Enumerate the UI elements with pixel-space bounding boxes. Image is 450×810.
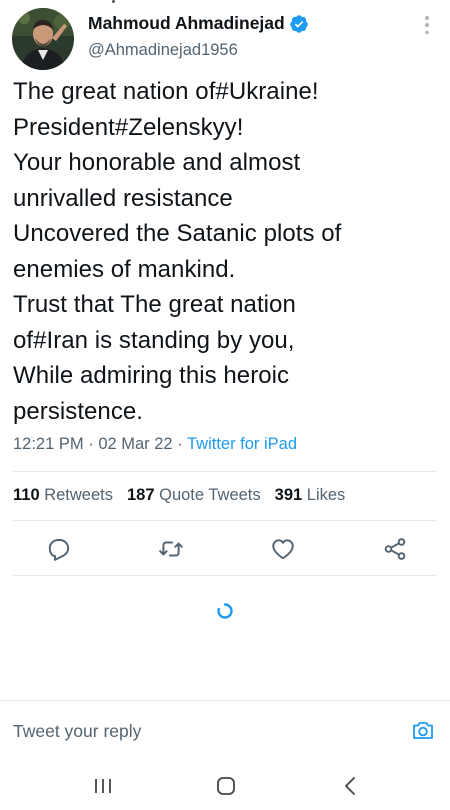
divider xyxy=(13,471,437,472)
tweet-line: Uncovered the Satanic plots of xyxy=(13,220,342,247)
tweet-line: Trust that The great nation xyxy=(13,291,296,318)
recents-icon[interactable] xyxy=(92,776,114,796)
tweet-line: President#Zelenskyy! xyxy=(13,113,244,141)
home-icon[interactable] xyxy=(215,776,237,796)
divider xyxy=(13,520,437,521)
tweet-text: The great nation of#Ukraine! President#Z… xyxy=(13,74,440,429)
tweet-line: unrivalled resistance xyxy=(13,184,233,212)
retweets-stat[interactable]: 110 Retweets xyxy=(13,486,113,505)
camera-icon[interactable] xyxy=(411,718,435,742)
likes-stat[interactable]: 391 Likes xyxy=(275,486,346,505)
like-icon[interactable] xyxy=(270,536,296,562)
tweet-actions xyxy=(0,536,450,562)
reply-icon[interactable] xyxy=(46,536,72,562)
loading-spinner-icon xyxy=(216,602,234,620)
reply-input[interactable]: Tweet your reply xyxy=(13,721,141,742)
meta-separator: · xyxy=(88,435,94,453)
verified-icon xyxy=(289,14,309,34)
divider xyxy=(13,575,437,576)
tweet-line: The great nation of#Ukraine! xyxy=(13,78,319,105)
tweet-time: 12:21 PM xyxy=(13,435,84,453)
tweet-stats: 110 Retweets 187 Quote Tweets 391 Likes xyxy=(13,486,345,505)
tweet-header: Mahmoud Ahmadinejad @Ahmadinejad1956 xyxy=(12,8,438,70)
tweet-line: enemies of mankind. xyxy=(13,255,236,283)
reply-bar: Tweet your reply xyxy=(0,700,450,762)
meta-separator: · xyxy=(177,435,183,453)
author-name[interactable]: Mahmoud Ahmadinejad xyxy=(88,13,285,34)
tweet-line: Your honorable and almost xyxy=(13,149,301,176)
tweet-source-link[interactable]: Twitter for iPad xyxy=(187,435,297,453)
quote-tweets-stat[interactable]: 187 Quote Tweets xyxy=(127,486,261,505)
system-nav-bar xyxy=(0,762,450,810)
avatar[interactable] xyxy=(12,8,74,70)
tweet-line: persistence. xyxy=(13,397,143,425)
more-icon[interactable] xyxy=(420,14,434,36)
tweet-line: While admiring this heroic xyxy=(13,362,290,389)
share-icon[interactable] xyxy=(382,536,408,562)
tweet-date: 02 Mar 22 xyxy=(98,435,173,453)
back-icon[interactable] xyxy=(340,776,362,796)
tweet-meta: 12:21 PM · 02 Mar 22 · Twitter for iPad xyxy=(13,435,297,454)
tweet-line: of#Iran is standing by you, xyxy=(13,326,295,354)
author-handle[interactable]: @Ahmadinejad1956 xyxy=(88,41,238,60)
retweet-icon[interactable] xyxy=(158,536,184,562)
status-bar-remnant xyxy=(0,0,450,6)
